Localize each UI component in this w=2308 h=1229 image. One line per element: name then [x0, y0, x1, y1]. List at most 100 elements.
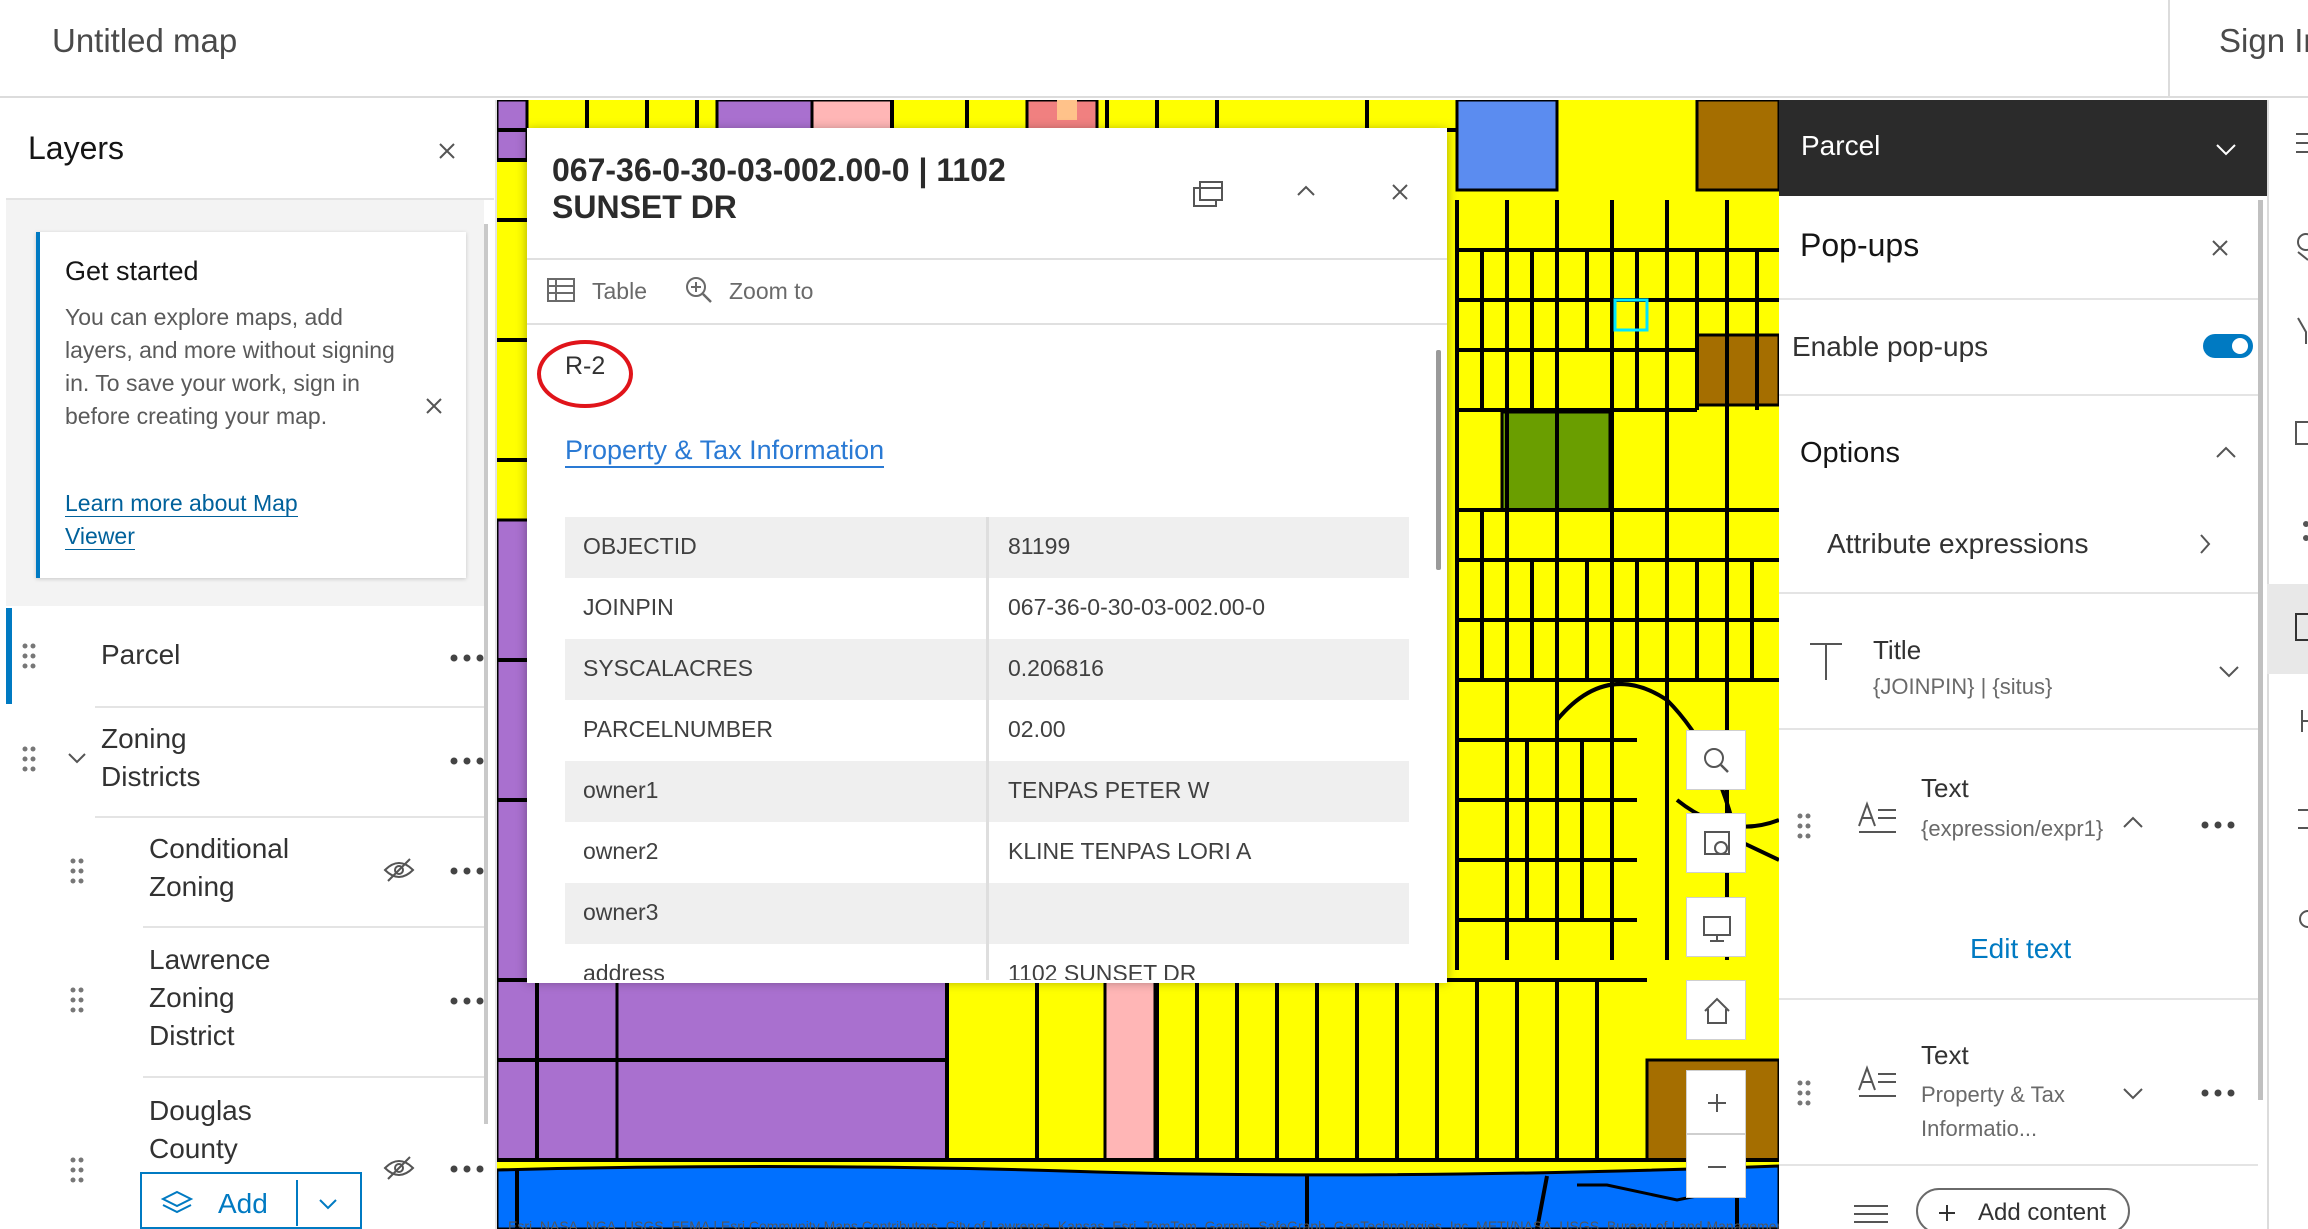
close-icon[interactable] [1386, 178, 1414, 206]
attribute-value: 0.206816 [1008, 655, 1104, 681]
plus-icon [1939, 1205, 1955, 1221]
sketch-icon[interactable] [2292, 706, 2308, 736]
table-action-label: Table [592, 278, 647, 304]
divider [1779, 1164, 2258, 1166]
attribute-key: OBJECTID [583, 533, 697, 559]
popups-panel-scrollbar[interactable] [2258, 200, 2263, 1100]
layers-panel-title: Layers [28, 130, 125, 166]
sign-in-button[interactable]: Sign In [2219, 22, 2308, 60]
layer-label-douglas-county: Douglas County [149, 1095, 252, 1164]
ellipsis-icon[interactable] [449, 1164, 485, 1174]
table-column-divider [986, 517, 989, 980]
zoom-out-button[interactable] [1686, 1134, 1746, 1198]
attribute-key: owner2 [583, 838, 659, 864]
add-content-label: Add content [1978, 1199, 2107, 1226]
chevron-up-icon[interactable] [2120, 814, 2146, 832]
basemap-icon [1704, 831, 1730, 855]
ellipsis-icon[interactable] [449, 996, 485, 1006]
ellipsis-icon[interactable] [449, 653, 485, 663]
layer-label-zoning-districts: Zoning Districts [101, 723, 201, 792]
dock-icon[interactable] [1190, 176, 1226, 212]
text-element-expression: Property & Tax Informatio... [1921, 1082, 2065, 1141]
chevron-down-icon[interactable] [2120, 1084, 2146, 1102]
drag-handle-icon[interactable] [69, 986, 85, 1014]
styles-icon[interactable] [2292, 232, 2308, 262]
attribute-key: owner3 [583, 899, 659, 925]
table-icon [547, 278, 575, 302]
popup-title: 067-36-0-30-03-002.00-0 | 1102 SUNSET DR [552, 152, 1006, 225]
attribute-key: SYSCALACRES [583, 655, 754, 681]
get-started-close-button[interactable] [420, 392, 448, 420]
text-element-icon [1858, 1065, 1896, 1097]
zoom-to-action-label: Zoom to [729, 278, 814, 304]
ellipsis-icon[interactable] [449, 866, 485, 876]
divider [527, 258, 1447, 260]
property-tax-link[interactable]: Property & Tax Information [565, 435, 885, 468]
drag-handle-icon[interactable] [21, 745, 37, 773]
drag-handle-icon[interactable] [69, 857, 85, 885]
ellipsis-icon[interactable] [449, 756, 485, 766]
ellipsis-icon[interactable] [2200, 1088, 2236, 1098]
attribute-value: 02.00 [1008, 716, 1066, 742]
home-icon [1704, 997, 1730, 1024]
fullscreen-button[interactable] [1686, 897, 1746, 957]
fields-icon[interactable] [2292, 418, 2308, 448]
chevron-down-icon[interactable] [2216, 662, 2242, 680]
chevron-down-icon[interactable] [316, 1196, 340, 1212]
basemap-button[interactable] [1686, 813, 1746, 873]
commercial-zone [615, 978, 949, 1162]
layer-label-parcel: Parcel [101, 639, 181, 670]
top-bar [0, 0, 2308, 98]
popups-icon[interactable] [2292, 610, 2308, 646]
mixed-zone [1057, 100, 1077, 120]
layers-scrollbar[interactable] [484, 224, 488, 1124]
attribute-value: 81199 [1008, 533, 1071, 559]
divider [1779, 728, 2258, 730]
popup-scrollbar[interactable] [1436, 350, 1441, 570]
industrial-zone [1695, 333, 1779, 407]
divider [1779, 298, 2258, 300]
zoom-in-button[interactable] [1686, 1070, 1746, 1134]
ellipsis-icon[interactable] [2200, 820, 2236, 830]
mixed-zone [1103, 978, 1157, 1162]
text-element-icon [1858, 801, 1896, 833]
popup-element-title[interactable] [1779, 594, 2258, 726]
minus-icon [1708, 1166, 1726, 1168]
home-button[interactable] [1686, 980, 1746, 1040]
drag-handle-icon[interactable] [21, 642, 37, 670]
layer-selector-label: Parcel [1801, 130, 1881, 161]
cluster-icon[interactable] [2292, 516, 2308, 546]
labels-icon[interactable] [2292, 804, 2308, 834]
eye-off-icon[interactable] [382, 1154, 416, 1182]
chevron-up-icon[interactable] [1292, 180, 1320, 202]
search-icon [1704, 748, 1729, 773]
map-search-button[interactable] [1686, 730, 1746, 790]
eye-off-icon[interactable] [382, 856, 416, 884]
filter-icon[interactable] [2292, 316, 2308, 346]
learn-more-link[interactable]: Learn more about Map Viewer [65, 487, 365, 553]
layer-label-conditional-zoning: Conditional Zoning [149, 833, 290, 902]
drag-handle-icon[interactable] [1796, 1079, 1812, 1107]
drag-handle-icon[interactable] [69, 1156, 85, 1184]
layer-item-parcel[interactable] [6, 608, 484, 704]
enable-popups-toggle[interactable] [2202, 332, 2254, 360]
top-bar-divider [2168, 0, 2170, 98]
configure-icon[interactable] [2292, 904, 2308, 934]
chevron-up-icon[interactable] [2213, 444, 2239, 462]
get-started-body: You can explore maps, add layers, and mo… [65, 304, 395, 429]
divider [1779, 998, 2258, 1000]
map-title[interactable]: Untitled map [52, 22, 237, 60]
close-icon[interactable] [2206, 234, 2234, 262]
drag-handle-icon[interactable] [1796, 812, 1812, 840]
learn-more-link-text[interactable]: Learn more about Map Viewer [65, 490, 298, 550]
options-label: Options [1800, 437, 1900, 469]
list-element-icon [1854, 1205, 1888, 1223]
layers-close-button[interactable] [432, 136, 462, 166]
mixed-zone [810, 100, 894, 132]
properties-icon[interactable] [2292, 128, 2308, 158]
chevron-down-icon[interactable] [66, 750, 88, 766]
industrial-zone [1695, 100, 1779, 192]
chevron-down-icon[interactable] [2213, 140, 2239, 158]
edit-text-button[interactable]: Edit text [1970, 933, 2071, 965]
enable-popups-label: Enable pop-ups [1792, 331, 1989, 362]
